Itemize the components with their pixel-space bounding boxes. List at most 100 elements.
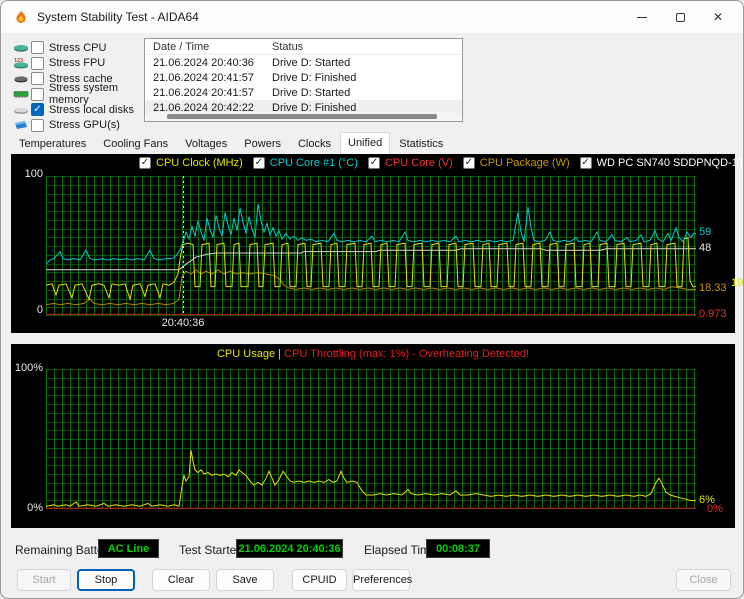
- stress-fpu-checkbox[interactable]: [31, 56, 44, 70]
- legend-cpu-core-temp-checkbox[interactable]: ✓: [252, 157, 265, 169]
- log-cell-status: Drive D: Finished: [272, 71, 357, 84]
- scrollbar-thumb[interactable]: [167, 114, 437, 119]
- stress-memory-label: Stress system memory: [49, 82, 119, 107]
- clear-button[interactable]: Clear: [152, 569, 210, 591]
- gpu-icon: [15, 121, 27, 130]
- title-separator: |: [278, 348, 281, 360]
- cpu-usage-chart-title: CPU Usage | CPU Throttling (max: 1%) - O…: [11, 348, 735, 360]
- legend-wd-ssd[interactable]: ✓ WD PC SN740 SDDPNQD-1T00-1127 (°C): [579, 157, 744, 169]
- stress-gpu-label: Stress GPU(s): [49, 119, 120, 132]
- stress-gpu-checkbox[interactable]: [31, 118, 44, 132]
- log-cell-status: Drive D: Started: [272, 86, 351, 99]
- log-cell-time: 21.06.2024 20:41:57: [153, 86, 254, 99]
- legend-wd-ssd-label: WD PC SN740 SDDPNQD-1T00-1127 (°C): [596, 157, 744, 169]
- cpu-usage-chart-plot: [46, 369, 696, 509]
- legend-cpu-core-temp[interactable]: ✓ CPU Core #1 (°C): [252, 157, 358, 169]
- tab-clocks[interactable]: Clocks: [290, 134, 339, 154]
- legend-cpu-core-voltage-checkbox[interactable]: ✓: [367, 157, 380, 169]
- log-header-row[interactable]: Date / Time Status: [145, 39, 462, 55]
- legend-wd-ssd-checkbox[interactable]: ✓: [579, 157, 592, 169]
- memory-icon: [13, 91, 29, 99]
- stress-disks-checkbox[interactable]: ✓: [31, 103, 44, 117]
- elapsed-time-value: 00:08:37: [426, 539, 490, 558]
- unified-chart-panel: ✓ CPU Clock (MHz) ✓ CPU Core #1 (°C) ✓ C…: [11, 154, 743, 333]
- bottom-chart-ymin-label: 0%: [27, 502, 43, 514]
- stress-cache-checkbox[interactable]: [31, 72, 44, 86]
- legend-cpu-core-voltage[interactable]: ✓ CPU Core (V): [367, 157, 453, 169]
- log-col-datetime[interactable]: Date / Time: [145, 41, 264, 53]
- minimize-icon: [637, 16, 647, 18]
- fpu-icon: 123: [14, 58, 28, 69]
- legend-cpu-package-label: CPU Package (W): [479, 157, 570, 169]
- log-col-status[interactable]: Status: [264, 41, 462, 53]
- stress-memory-row[interactable]: Stress system memory: [13, 82, 143, 106]
- close-icon: ✕: [712, 10, 724, 24]
- top-chart-start-time-label: 20:40:36: [161, 317, 205, 329]
- tab-bar: Temperatures Cooling Fans Voltages Power…: [11, 132, 452, 154]
- cache-icon: [14, 76, 28, 83]
- cpuid-button[interactable]: CPUID: [292, 569, 347, 591]
- stress-gpu-row[interactable]: Stress GPU(s): [13, 118, 143, 134]
- test-started-value: 21.06.2024 20:40:36: [236, 539, 343, 558]
- stop-button[interactable]: Stop: [77, 569, 135, 591]
- top-chart-ymin-label: 0: [36, 304, 43, 316]
- battery-value: AC Line: [98, 539, 159, 558]
- maximize-button[interactable]: [661, 1, 699, 33]
- cpu-icon: [14, 44, 28, 52]
- stress-memory-checkbox[interactable]: [31, 87, 44, 101]
- tab-unified[interactable]: Unified: [340, 132, 391, 154]
- log-cell-time: 21.06.2024 20:41:57: [153, 71, 254, 84]
- log-cell-time: 21.06.2024 20:40:36: [153, 56, 254, 69]
- current-value-label: 48: [699, 241, 712, 254]
- log-horizontal-scrollbar[interactable]: [146, 112, 461, 121]
- status-bar: Remaining Battery: AC Line Test Started:…: [1, 537, 743, 563]
- legend-cpu-core-voltage-label: CPU Core (V): [384, 157, 453, 169]
- close-window-button[interactable]: ✕: [699, 1, 737, 33]
- cpu-usage-title: CPU Usage: [216, 348, 276, 360]
- stress-cpu-row[interactable]: Stress CPU: [13, 40, 143, 56]
- unified-chart-plot: [46, 176, 696, 316]
- title-bar[interactable]: System Stability Test - AIDA64 ✕: [1, 1, 743, 33]
- tab-powers[interactable]: Powers: [236, 134, 289, 154]
- event-log-list[interactable]: Date / Time Status 21.06.2024 20:40:36 D…: [144, 38, 463, 122]
- current-value-label: 1995: [731, 276, 744, 289]
- stress-options-panel: Stress CPU 123 Stress FPU Stress cache S…: [13, 40, 143, 133]
- legend-cpu-package-checkbox[interactable]: ✓: [462, 157, 475, 169]
- log-row[interactable]: 21.06.2024 20:41:57 Drive D: Finished: [145, 70, 462, 85]
- tab-statistics[interactable]: Statistics: [391, 134, 451, 154]
- flame-icon: [16, 10, 26, 23]
- legend-cpu-package[interactable]: ✓ CPU Package (W): [462, 157, 570, 169]
- stress-disks-label: Stress local disks: [49, 103, 134, 116]
- legend-cpu-core-temp-label: CPU Core #1 (°C): [269, 157, 358, 169]
- tab-temperatures[interactable]: Temperatures: [11, 134, 94, 154]
- current-value-label: 18.33: [699, 282, 727, 295]
- stress-fpu-row[interactable]: 123 Stress FPU: [13, 56, 143, 72]
- cpu-throttling-title: CPU Throttling (max: 1%) - Overheating D…: [284, 348, 529, 360]
- preferences-button[interactable]: Preferences: [352, 569, 412, 591]
- stress-cpu-label: Stress CPU: [49, 41, 107, 54]
- legend-cpu-clock[interactable]: ✓ CPU Clock (MHz): [139, 157, 243, 169]
- app-window: System Stability Test - AIDA64 ✕ Stress …: [0, 0, 744, 599]
- window-title: System Stability Test - AIDA64: [37, 10, 199, 24]
- start-button[interactable]: Start: [17, 569, 71, 591]
- log-cell-status: Drive D: Started: [272, 56, 351, 69]
- current-value-label: 0.973: [699, 307, 727, 320]
- log-row[interactable]: 21.06.2024 20:40:36 Drive D: Started: [145, 55, 462, 70]
- log-row[interactable]: 21.06.2024 20:41:57 Drive D: Started: [145, 85, 462, 100]
- bottom-chart-ymax-label: 100%: [14, 362, 43, 374]
- legend-cpu-clock-label: CPU Clock (MHz): [156, 157, 243, 169]
- current-value-label: 0%: [707, 503, 723, 516]
- disk-icon: [14, 107, 28, 114]
- stress-cpu-checkbox[interactable]: [31, 41, 44, 55]
- current-value-label: 59: [699, 226, 712, 239]
- tab-voltages[interactable]: Voltages: [177, 134, 235, 154]
- top-chart-ymax-label: 100: [24, 168, 43, 180]
- save-button[interactable]: Save: [216, 569, 274, 591]
- close-button[interactable]: Close: [676, 569, 731, 591]
- minimize-button[interactable]: [623, 1, 661, 33]
- tab-cooling-fans[interactable]: Cooling Fans: [95, 134, 176, 154]
- maximize-icon: [675, 12, 685, 22]
- legend-cpu-clock-checkbox[interactable]: ✓: [139, 157, 151, 169]
- stress-fpu-label: Stress FPU: [49, 57, 106, 70]
- stress-disks-row[interactable]: ✓ Stress local disks: [13, 102, 143, 118]
